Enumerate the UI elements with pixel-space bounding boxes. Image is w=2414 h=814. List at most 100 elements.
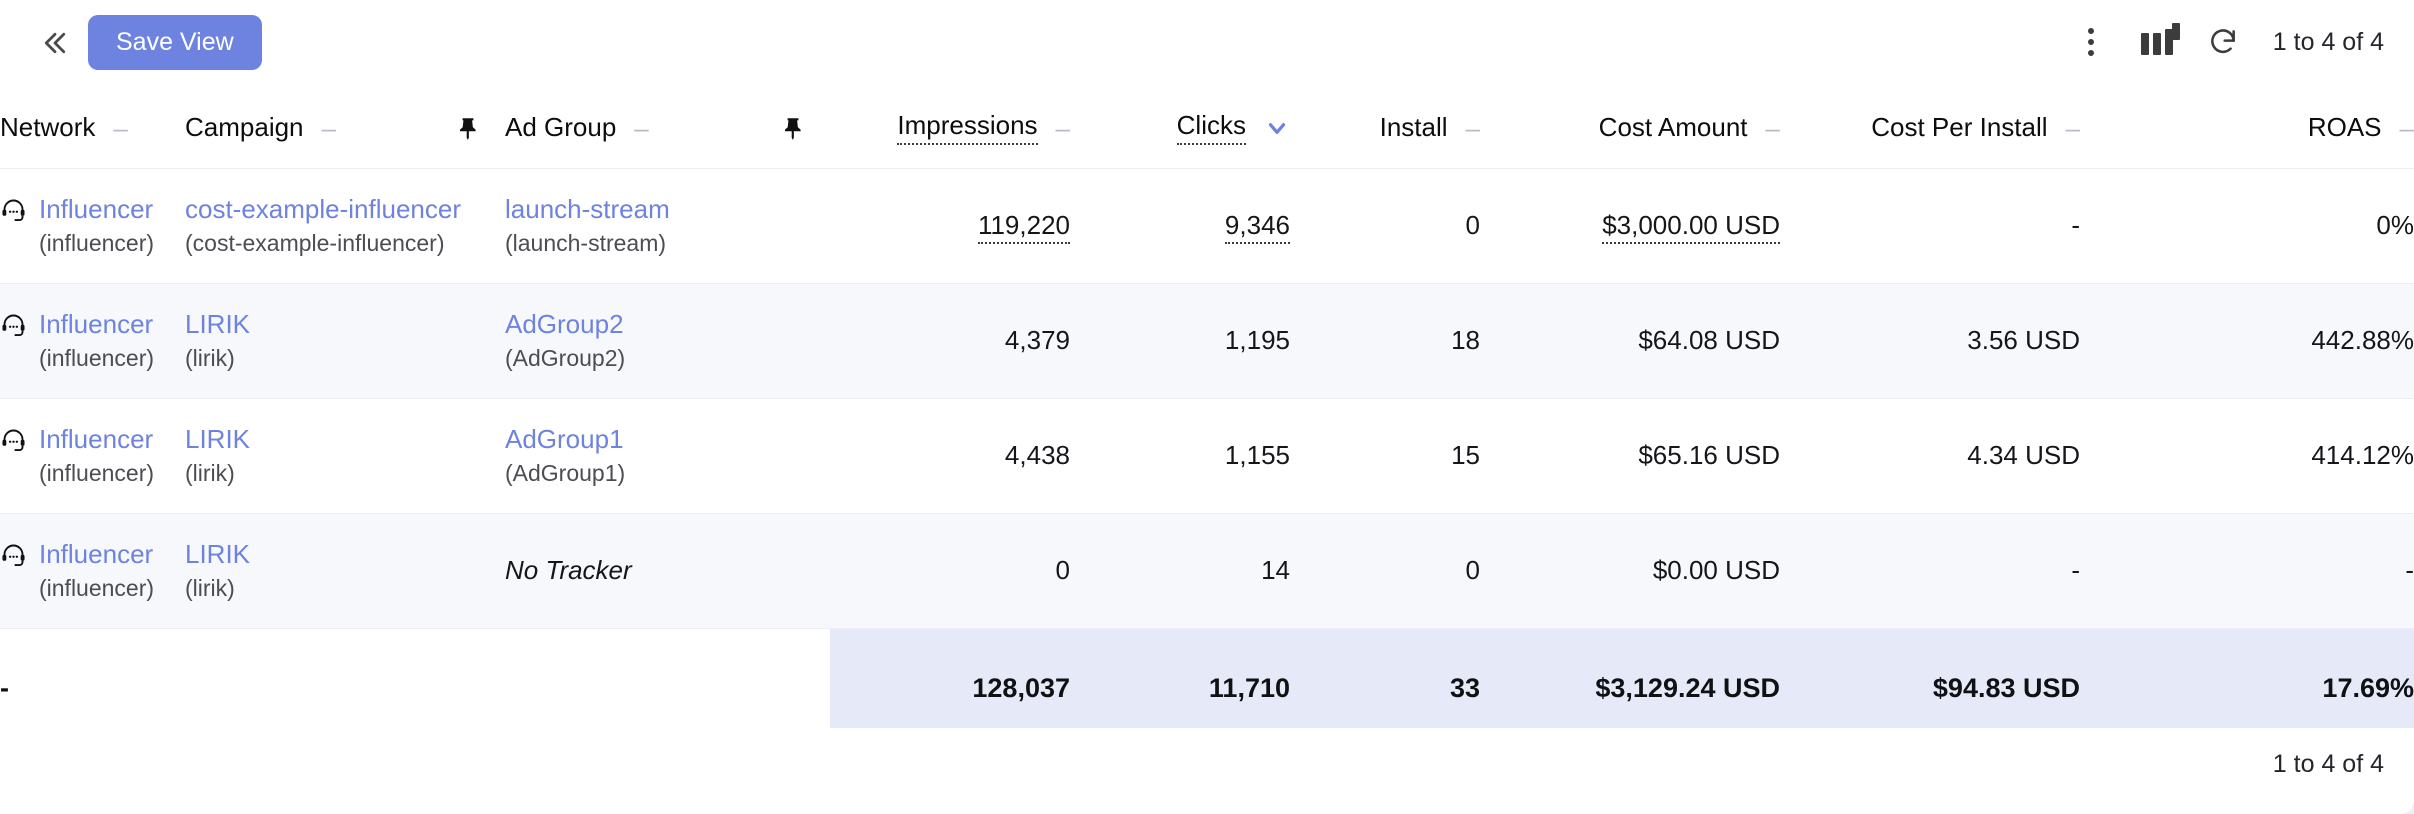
cell-network: Influencer (influencer) bbox=[0, 168, 185, 283]
column-header-network[interactable]: Network – bbox=[0, 88, 185, 168]
cell-cost-per-install: 3.56 USD bbox=[1967, 325, 2080, 355]
network-id: (influencer) bbox=[39, 459, 155, 486]
cell-install: 15 bbox=[1451, 440, 1480, 470]
column-header-pin-ad-group[interactable] bbox=[755, 88, 830, 168]
headset-icon bbox=[0, 541, 27, 575]
campaign-name[interactable]: LIRIK bbox=[185, 309, 505, 339]
minus-icon[interactable]: – bbox=[634, 115, 648, 141]
column-header-label: Campaign bbox=[185, 112, 304, 143]
pin-icon[interactable] bbox=[455, 115, 481, 141]
campaign-id: (lirik) bbox=[185, 344, 235, 371]
network-name[interactable]: Influencer bbox=[39, 539, 154, 569]
footer-pagination-label: 1 to 4 of 4 bbox=[2272, 750, 2384, 778]
cell-ad-group: launch-stream (launch-stream) bbox=[505, 168, 830, 283]
column-header-cost-amount[interactable]: Cost Amount – bbox=[1480, 88, 1780, 168]
column-header-cost-per-install[interactable]: Cost Per Install – bbox=[1780, 88, 2080, 168]
cell-cost-amount: $3,000.00 USD bbox=[1480, 168, 1780, 283]
column-header-label: Clicks bbox=[1176, 110, 1246, 146]
cell-roas: 0% bbox=[2376, 210, 2414, 240]
cell-impressions: 119,220 bbox=[830, 168, 1070, 283]
cell-ad-group: No Tracker bbox=[505, 513, 830, 628]
save-view-button[interactable]: Save View bbox=[88, 15, 262, 70]
ad-group-name[interactable]: AdGroup1 bbox=[505, 424, 830, 454]
cell-network: Influencer (influencer) bbox=[0, 283, 185, 398]
minus-icon[interactable]: – bbox=[322, 115, 336, 141]
cell-impressions: 4,379 bbox=[1004, 325, 1070, 355]
cell-roas: 442.88% bbox=[2311, 325, 2414, 355]
kebab-menu-icon[interactable] bbox=[2071, 20, 2111, 64]
report-table-panel: Save View 1 to 4 of 4 Network – Campaign… bbox=[0, 0, 2414, 814]
cell-install: 18 bbox=[1451, 325, 1480, 355]
cell-network: Influencer (influencer) bbox=[0, 398, 185, 513]
column-header-label: Cost Per Install bbox=[1871, 112, 2048, 143]
notification-dot bbox=[2171, 23, 2180, 40]
table-row[interactable]: Influencer (influencer) LIRIK (lirik) bbox=[0, 283, 2414, 398]
headset-icon bbox=[0, 196, 27, 230]
column-header-label: Install bbox=[1379, 112, 1448, 143]
cell-roas: 414.12% bbox=[2311, 440, 2414, 470]
column-header-label: ROAS bbox=[2307, 112, 2382, 143]
network-name[interactable]: Influencer bbox=[39, 309, 154, 339]
column-header-pin-campaign[interactable] bbox=[430, 88, 505, 168]
minus-icon[interactable]: – bbox=[1056, 115, 1070, 141]
column-header-ad-group[interactable]: Ad Group – bbox=[505, 88, 755, 168]
column-header-impressions[interactable]: Impressions – bbox=[830, 88, 1070, 168]
network-name[interactable]: Influencer bbox=[39, 424, 154, 454]
ad-group-id: (launch-stream) bbox=[505, 229, 667, 256]
network-id: (influencer) bbox=[39, 574, 155, 601]
cell-campaign: LIRIK (lirik) bbox=[185, 283, 505, 398]
minus-icon[interactable]: – bbox=[2400, 115, 2414, 141]
chevron-down-icon[interactable] bbox=[1264, 115, 1290, 141]
kebab-dot bbox=[2087, 50, 2094, 56]
campaign-name[interactable]: LIRIK bbox=[185, 424, 505, 454]
cell-network: Influencer (influencer) bbox=[0, 513, 185, 628]
cell-clicks: 14 bbox=[1261, 555, 1290, 585]
campaign-name[interactable]: LIRIK bbox=[185, 539, 505, 569]
column-header-label: Ad Group bbox=[505, 112, 617, 143]
table-row[interactable]: Influencer (influencer) LIRIK (lirik) bbox=[0, 513, 2414, 628]
cell-ad-group: AdGroup1 (AdGroup1) bbox=[505, 398, 830, 513]
cell-impressions: 0 bbox=[1055, 555, 1070, 585]
column-header-campaign[interactable]: Campaign – bbox=[185, 88, 430, 168]
cell-roas: - bbox=[2405, 555, 2414, 585]
cell-cost-amount: $0.00 USD bbox=[1652, 555, 1780, 585]
minus-icon[interactable]: – bbox=[1766, 115, 1780, 141]
headset-icon bbox=[0, 311, 27, 345]
minus-icon[interactable]: – bbox=[1466, 115, 1480, 141]
ad-group-name[interactable]: launch-stream bbox=[505, 194, 830, 224]
bar-chart-icon[interactable] bbox=[2137, 20, 2180, 64]
table-row[interactable]: Influencer (influencer) LIRIK (lirik) bbox=[0, 398, 2414, 513]
campaign-id: (cost-example-influencer) bbox=[185, 229, 445, 256]
column-header-clicks[interactable]: Clicks bbox=[1070, 88, 1290, 168]
network-name[interactable]: Influencer bbox=[39, 194, 154, 224]
minus-icon[interactable]: – bbox=[113, 115, 127, 141]
campaign-id: (lirik) bbox=[185, 574, 235, 601]
cell-install: 0 bbox=[1465, 555, 1480, 585]
column-header-label: Impressions bbox=[897, 110, 1038, 146]
cost-amount-value: $3,000.00 USD bbox=[1602, 210, 1780, 244]
minus-icon[interactable]: – bbox=[2066, 115, 2080, 141]
toolbar-actions: 1 to 4 of 4 bbox=[2071, 12, 2384, 72]
table-row[interactable]: Influencer (influencer) cost-example-inf… bbox=[0, 168, 2414, 283]
cell-cost-per-install: 4.34 USD bbox=[1967, 440, 2080, 470]
campaign-name[interactable]: cost-example-influencer bbox=[185, 194, 505, 224]
impressions-value: 119,220 bbox=[977, 210, 1070, 244]
pagination-label: 1 to 4 of 4 bbox=[2272, 27, 2384, 56]
clicks-value: 9,346 bbox=[1224, 210, 1290, 244]
cell-clicks: 1,195 bbox=[1224, 325, 1290, 355]
cell-campaign: LIRIK (lirik) bbox=[185, 398, 505, 513]
cell-cost-amount: $65.16 USD bbox=[1638, 440, 1780, 470]
ad-group-name[interactable]: AdGroup2 bbox=[505, 309, 830, 339]
refresh-icon[interactable] bbox=[2203, 20, 2243, 64]
pin-icon[interactable] bbox=[780, 115, 806, 141]
column-header-install[interactable]: Install – bbox=[1290, 88, 1480, 168]
chevron-double-left-icon[interactable] bbox=[38, 26, 72, 60]
cell-campaign: LIRIK (lirik) bbox=[185, 513, 505, 628]
network-id: (influencer) bbox=[39, 344, 155, 371]
column-header-roas[interactable]: ROAS – bbox=[2080, 88, 2414, 168]
cell-cost-per-install: - bbox=[2071, 210, 2080, 240]
table-body: Influencer (influencer) cost-example-inf… bbox=[0, 168, 2414, 748]
cell-campaign: cost-example-influencer (cost-example-in… bbox=[185, 168, 505, 283]
cell-clicks: 1,155 bbox=[1224, 440, 1290, 470]
data-table-container: Network – Campaign – Ad Group – Impressi… bbox=[0, 88, 2414, 748]
